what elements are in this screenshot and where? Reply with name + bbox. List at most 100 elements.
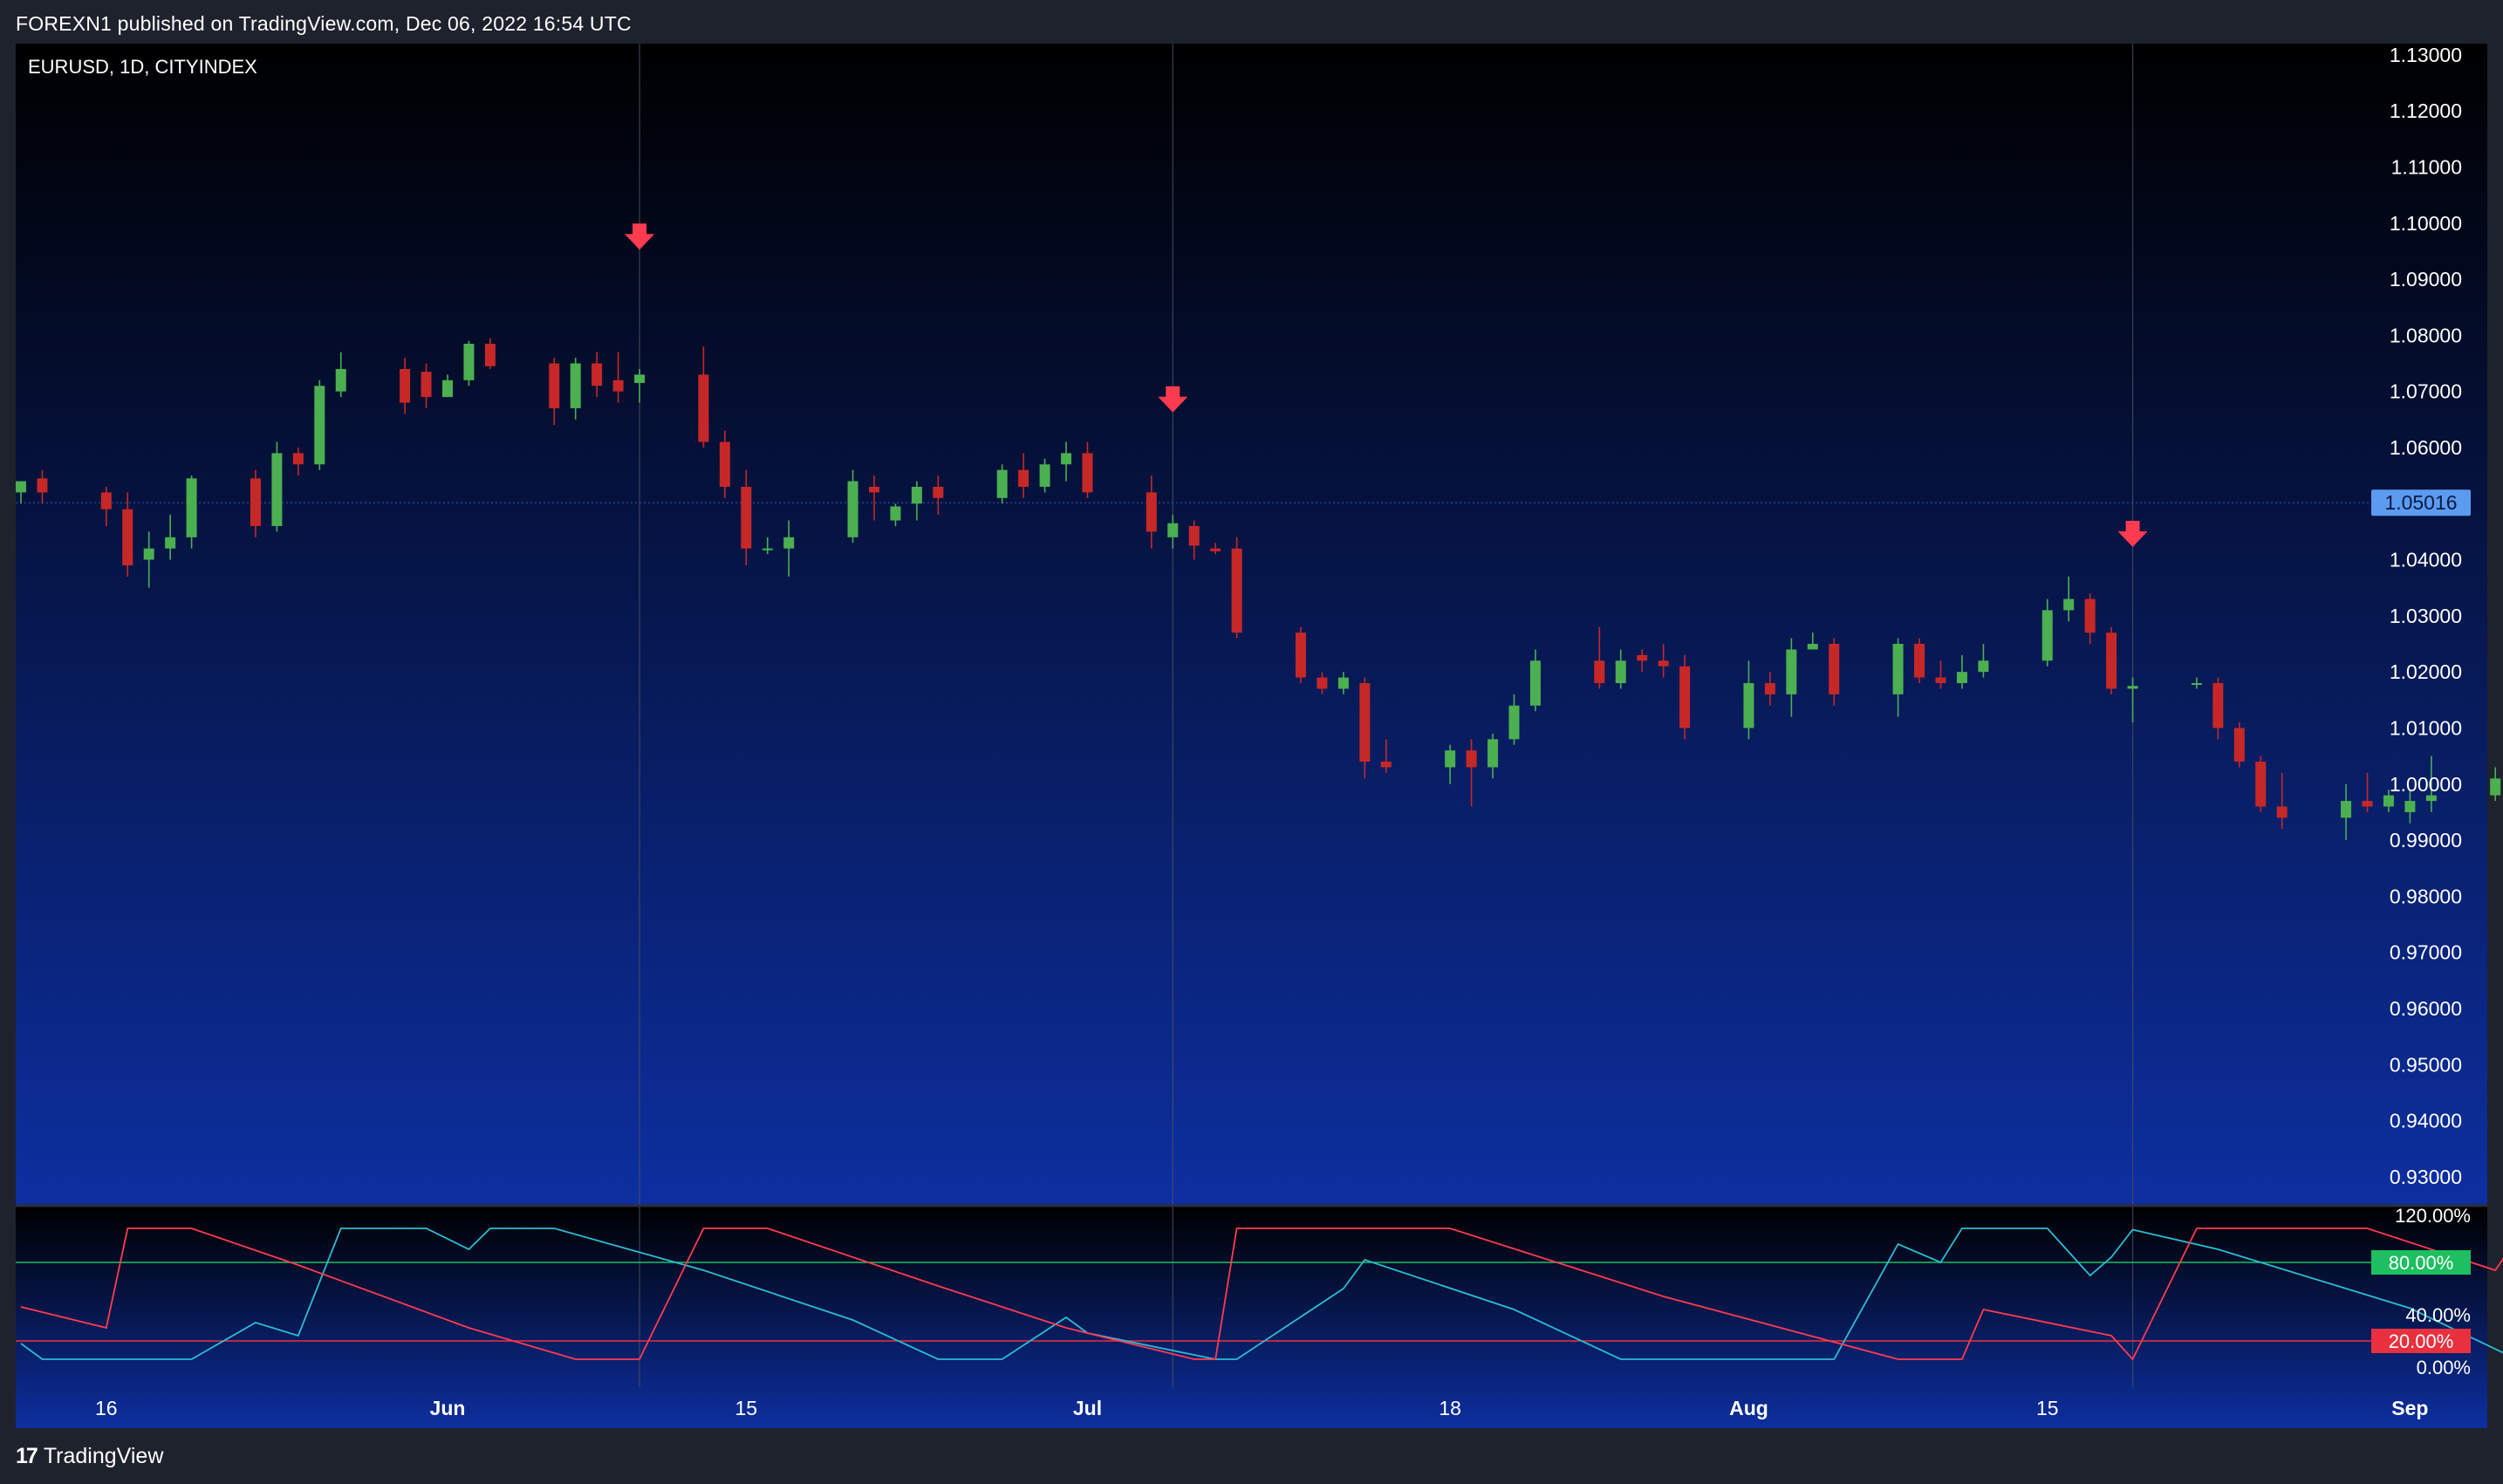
candle-body [911,486,922,504]
candle-body [165,537,176,549]
candle-body [16,481,26,493]
candle-body [463,344,475,380]
price-tick-label: 1.13000 [2390,44,2462,66]
price-tick-label: 1.01000 [2390,716,2462,739]
candle-body [1914,644,1925,678]
candle-body [933,486,944,498]
candle-body [1807,644,1818,650]
oscillator-tick-label: 120.00% [2395,1205,2471,1227]
candle-body [186,478,197,537]
candle-body [1786,649,1797,694]
candle-body [1145,492,1157,532]
candle-body [2383,795,2394,807]
candle-body [292,453,304,465]
candle-body [271,453,283,526]
candle-body [1615,660,1626,684]
candle-body [2106,633,2117,689]
candle-body [783,537,795,549]
candle-body [1061,453,1072,465]
price-tick-label: 1.08000 [2390,324,2462,346]
price-tick-label: 1.11000 [2391,155,2462,178]
candle-body [484,344,496,366]
level-tag-label: 80.00% [2389,1252,2454,1274]
price-tick-label: 1.00000 [2390,773,2462,796]
candle-body [2127,686,2138,689]
candle-body [1210,548,1221,551]
candle-body [1359,683,1371,763]
candle-body [2212,683,2224,728]
candle-body [1188,525,1200,546]
candle-body [1445,750,1456,768]
time-tick-label: Jun [430,1397,466,1419]
candle-body [612,380,624,392]
candle-body [762,548,773,551]
candle-body [2063,598,2075,611]
candle-body [847,481,858,537]
candle-body [1829,644,1840,694]
last-price-label: 1.05016 [2384,491,2457,514]
candle-body [890,506,901,521]
chart-canvas[interactable]: 1.13000 1.12000 1.11000 1.10000 1.09000 1.080… [0,0,2503,1484]
brand-name: TradingView [43,1444,164,1468]
candle-body [869,486,879,493]
candle-body [592,363,603,386]
price-tick-label: 0.93000 [2390,1166,2462,1188]
time-tick-label: 16 [95,1397,118,1419]
candle-body [2084,598,2096,633]
candle-body [37,478,48,493]
candle-body [400,368,411,403]
price-tick-label: 0.97000 [2390,941,2462,964]
candle-body [2276,806,2288,818]
candle-body [719,441,730,487]
candle-body [1508,705,1520,740]
oscillator-tick-label: 40.00% [2405,1304,2471,1326]
candle-body [335,368,346,392]
price-tick-label: 0.96000 [2390,997,2462,1020]
candle-body [1296,633,1306,678]
price-tick-label: 1.12000 [2390,99,2462,122]
price-tick-label: 0.98000 [2390,885,2462,907]
symbol-label: EURUSD, 1D, CITYINDEX [28,56,257,78]
price-tick-label: 1.03000 [2390,605,2462,627]
price-tick-label: 1.07000 [2390,380,2462,403]
candle-body [1082,453,1093,493]
candle-body [1978,660,1989,673]
candle-body [100,492,112,509]
candle-body [1956,672,1967,684]
candle-body [1743,683,1754,728]
candle-body [1487,739,1499,768]
tradingview-logo-icon: 17 [16,1444,38,1468]
candle-body [1018,469,1029,487]
candle-body [549,363,560,408]
price-tick-label: 1.09000 [2390,268,2462,291]
candle-body [421,372,432,398]
candle-body [1231,548,1242,633]
candle-body [634,374,646,384]
price-tick-label: 1.04000 [2390,549,2462,571]
candle-body [250,478,261,526]
level-tag-label: 20.00% [2389,1330,2454,1352]
oscillator-tick-label: 0.00% [2417,1357,2471,1378]
oscillator-pane[interactable] [16,1207,2487,1428]
candle-body [2041,610,2053,661]
time-tick-label: Sep [2391,1397,2428,1419]
candle-body [1637,654,1648,661]
candle-body [2425,795,2437,802]
candle-body [2233,728,2245,763]
candle-body [2490,778,2501,796]
candle-body [741,486,752,549]
candle-body [996,469,1008,498]
candle-body [2404,801,2416,812]
time-tick-label: 15 [2036,1397,2059,1419]
footer-brand[interactable]: 17 TradingView [16,1444,163,1469]
candle-body [1316,677,1328,689]
candle-body [1039,464,1050,487]
candle-body [1594,660,1605,684]
candle-body [2255,762,2267,807]
price-tick-label: 1.10000 [2390,212,2462,235]
candle-body [1337,677,1349,689]
main-pane[interactable] [16,44,2487,1205]
candle-body [2191,683,2202,686]
candle-body [1529,660,1541,706]
time-tick-label: Aug [1729,1397,1768,1419]
